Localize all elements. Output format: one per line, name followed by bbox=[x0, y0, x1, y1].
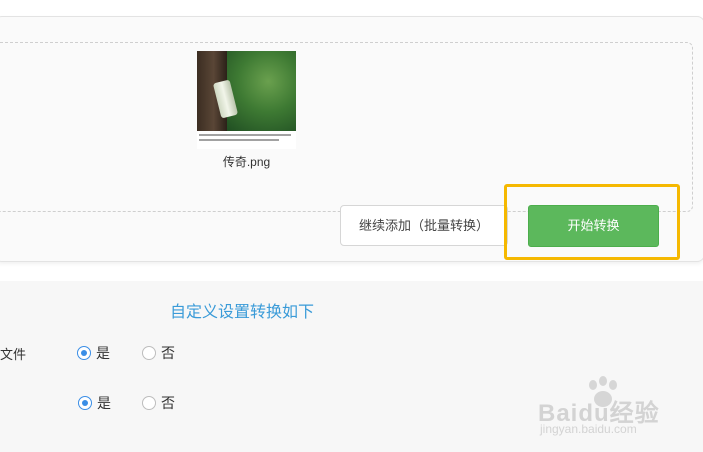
radio-unchecked-icon bbox=[142, 346, 156, 360]
radio-yes[interactable]: 是 bbox=[77, 343, 110, 363]
settings-title: 自定义设置转换如下 bbox=[170, 304, 315, 321]
radio-yes[interactable]: 是 bbox=[78, 393, 111, 413]
radio-no[interactable]: 否 bbox=[142, 393, 175, 413]
radio-label: 是 bbox=[96, 345, 110, 361]
file-name: 传奇.png bbox=[222, 155, 271, 169]
start-convert-button[interactable]: 开始转换 bbox=[528, 205, 659, 247]
radio-checked-icon bbox=[77, 346, 91, 360]
baidu-watermark: Baidu经验 jingyan.baidu.com bbox=[538, 375, 688, 445]
radio-checked-icon bbox=[78, 396, 92, 410]
thumbnail-text-line bbox=[199, 134, 291, 136]
thumbnail-text-line bbox=[199, 139, 279, 141]
radio-label: 否 bbox=[161, 395, 175, 411]
file-thumbnail[interactable] bbox=[197, 51, 296, 149]
radio-unchecked-icon bbox=[142, 396, 156, 410]
radio-label: 是 bbox=[97, 395, 111, 411]
watermark-url: jingyan.baidu.com bbox=[540, 422, 637, 436]
continue-add-button[interactable]: 继续添加（批量转换） bbox=[340, 205, 508, 246]
radio-label: 否 bbox=[161, 345, 175, 361]
radio-no[interactable]: 否 bbox=[142, 343, 175, 363]
setting-row-label: 文件 bbox=[0, 347, 27, 362]
